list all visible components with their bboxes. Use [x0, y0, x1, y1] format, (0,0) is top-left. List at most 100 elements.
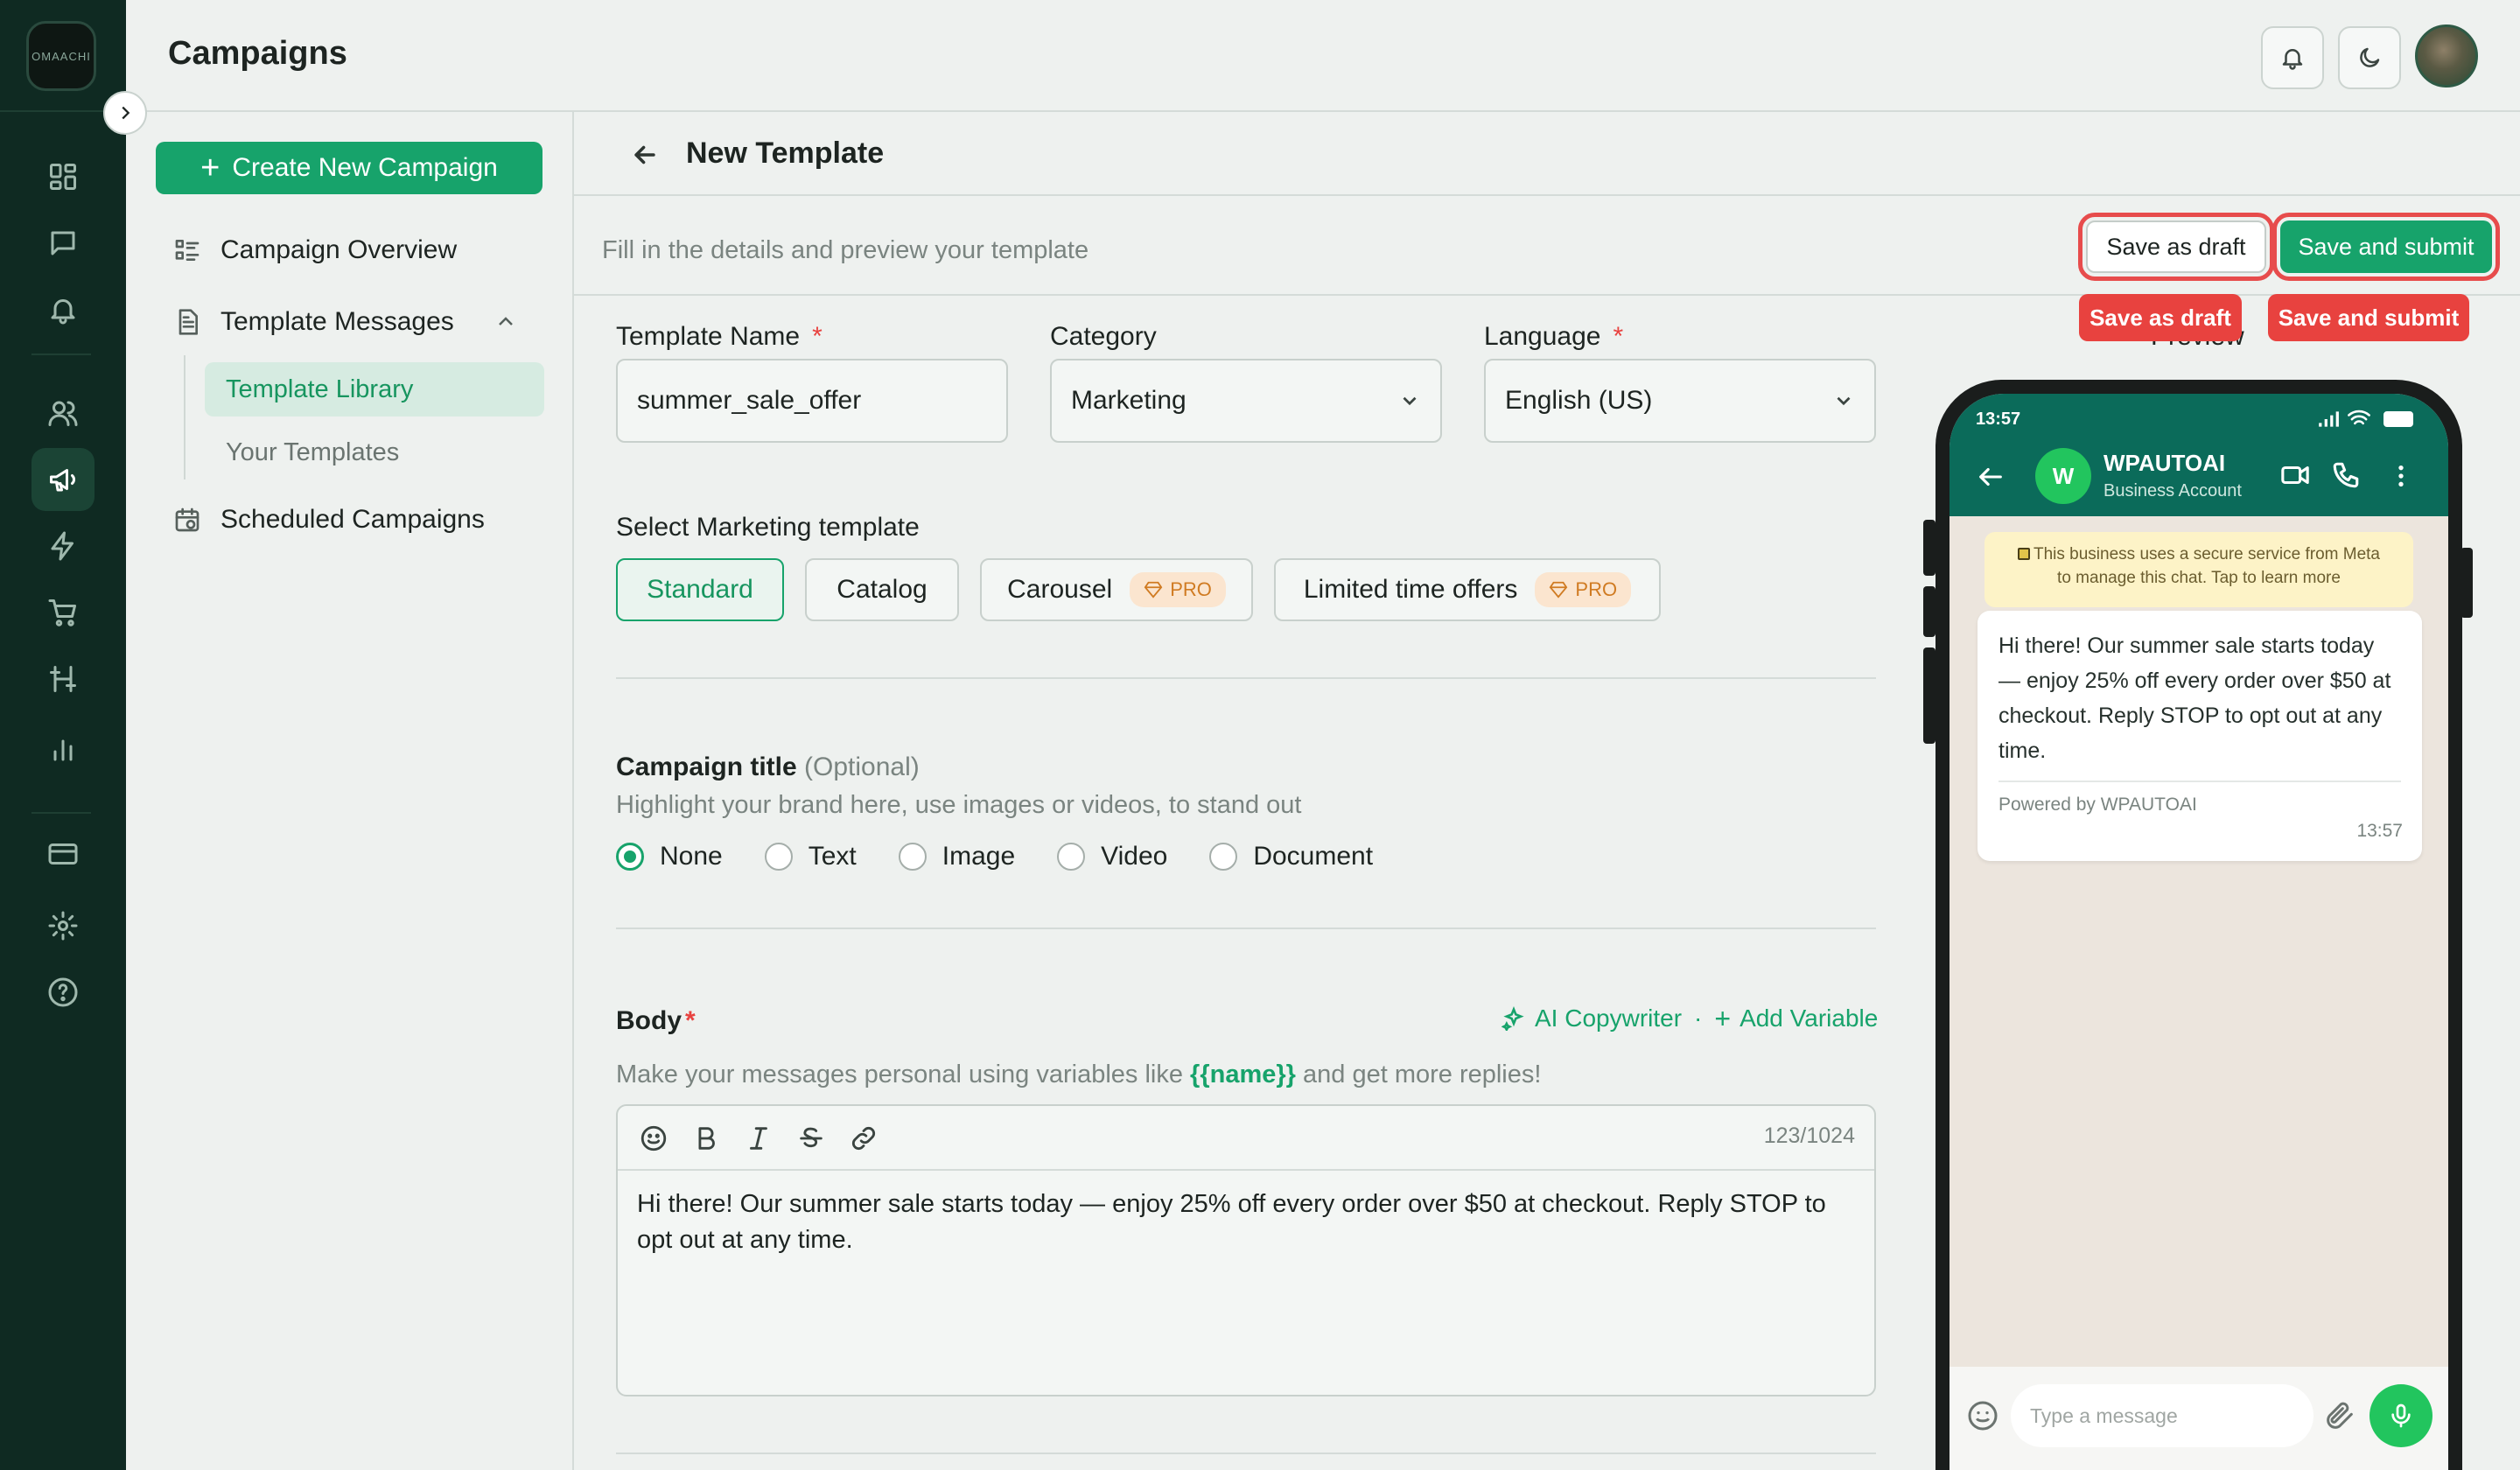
- radio-dot: [1057, 843, 1086, 871]
- notifications-button[interactable]: [2261, 26, 2324, 89]
- template-option-standard[interactable]: Standard: [616, 558, 784, 621]
- contact-name: WPAUTOAI: [2104, 450, 2226, 476]
- sidebar-toggle-button[interactable]: [103, 91, 147, 135]
- user-avatar[interactable]: [2415, 24, 2478, 88]
- label-text: Template Name: [616, 322, 801, 351]
- rail-settings[interactable]: [32, 894, 94, 957]
- more-vertical-icon[interactable]: [2392, 462, 2410, 490]
- plus-icon: +: [1714, 1003, 1732, 1034]
- select-value: English (US): [1505, 386, 1653, 415]
- template-option-catalog[interactable]: Catalog: [805, 558, 959, 621]
- rail-dashboard[interactable]: [32, 145, 94, 208]
- megaphone-icon: [50, 469, 75, 492]
- bell-icon: [51, 299, 75, 325]
- template-option-limited-time[interactable]: Limited time offers PRO: [1274, 558, 1661, 621]
- rail-billing[interactable]: [32, 822, 94, 886]
- radio-dot: [1209, 843, 1238, 871]
- body-label: Body *: [616, 1006, 696, 1036]
- italic-icon[interactable]: [744, 1124, 774, 1153]
- video-call-icon[interactable]: [2278, 460, 2312, 490]
- phone-side-button: [1923, 648, 1936, 744]
- optional-text: (Optional): [804, 752, 920, 781]
- input-value: summer_sale_offer: [637, 386, 862, 415]
- save-submit-button[interactable]: Save and submit: [2272, 213, 2500, 281]
- emoji-icon[interactable]: [639, 1124, 668, 1153]
- save-draft-button[interactable]: Save as draft: [2078, 213, 2274, 281]
- radio-none[interactable]: None: [616, 842, 723, 872]
- theme-toggle-button[interactable]: [2338, 26, 2401, 89]
- contact-subtitle: Business Account: [2104, 481, 2242, 500]
- nav-campaign-overview[interactable]: Campaign Overview: [173, 226, 457, 275]
- rail-help[interactable]: [32, 961, 94, 1024]
- message-input[interactable]: Type a message: [2011, 1384, 2314, 1447]
- link-icon[interactable]: [849, 1124, 878, 1153]
- pro-text: PRO: [1170, 578, 1212, 600]
- rail-analytics[interactable]: [32, 718, 94, 780]
- rail-store[interactable]: [32, 581, 94, 644]
- category-select[interactable]: Marketing: [1050, 359, 1442, 443]
- save-draft-tag: Save as draft: [2079, 294, 2242, 341]
- rail-contacts[interactable]: [32, 382, 94, 444]
- radio-dot: [764, 843, 793, 871]
- rail-flows[interactable]: [32, 648, 94, 710]
- pro-badge: PRO: [1535, 572, 1632, 607]
- divider: [616, 928, 1876, 929]
- diamond-icon: [1550, 581, 1568, 598]
- tag-text: Save as draft: [2090, 304, 2231, 331]
- template-option-carousel[interactable]: Carousel PRO: [980, 558, 1253, 621]
- hint-text: and get more replies!: [1295, 1060, 1542, 1088]
- rail-automation[interactable]: [32, 514, 94, 578]
- template-name-input[interactable]: summer_sale_offer: [616, 359, 1008, 443]
- body-editor[interactable]: 123/1024 Hi there! Our summer sale start…: [616, 1104, 1876, 1396]
- radio-video[interactable]: Video: [1057, 842, 1167, 872]
- emoji-icon[interactable]: [1965, 1398, 2000, 1433]
- back-arrow-icon[interactable]: [1976, 462, 2006, 492]
- radio-image[interactable]: Image: [898, 842, 1015, 872]
- nav-your-templates[interactable]: Your Templates: [205, 425, 544, 480]
- pro-badge: PRO: [1130, 572, 1226, 607]
- strikethrough-icon[interactable]: [796, 1124, 826, 1153]
- bell-icon: [2282, 49, 2303, 70]
- label-text: Language: [1484, 322, 1601, 351]
- powered-by: Powered by WPAUTOAI: [1998, 780, 2401, 816]
- nav-label: Template Messages: [220, 307, 454, 336]
- document-icon: [178, 309, 198, 335]
- rail-chats[interactable]: [32, 212, 94, 275]
- nav-label: Campaign Overview: [220, 235, 458, 264]
- rail-divider: [32, 812, 91, 814]
- nav-scheduled-campaigns[interactable]: Scheduled Campaigns: [173, 495, 485, 544]
- attachment-icon[interactable]: [2322, 1398, 2357, 1433]
- ai-copywriter-label: AI Copywriter: [1535, 1004, 1683, 1032]
- rail-notifications[interactable]: [32, 278, 94, 341]
- chevron-right-icon: [122, 106, 130, 120]
- mic-button[interactable]: [2370, 1384, 2432, 1447]
- contact-avatar: W: [2035, 448, 2091, 504]
- back-arrow-icon[interactable]: [630, 140, 660, 170]
- nav-template-messages[interactable]: Template Messages: [173, 298, 454, 346]
- template-name-label: Template Name *: [616, 322, 822, 352]
- plus-icon: +: [200, 150, 220, 186]
- bold-icon[interactable]: [691, 1124, 721, 1153]
- input-placeholder: Type a message: [2030, 1404, 2178, 1427]
- language-select[interactable]: English (US): [1484, 359, 1876, 443]
- phone-screen: 13:57 W WPAUTOAI Business Account This b…: [1950, 394, 2448, 1470]
- radio-text[interactable]: Text: [764, 842, 857, 872]
- create-campaign-button[interactable]: + Create New Campaign: [156, 142, 542, 194]
- radio-document[interactable]: Document: [1209, 842, 1373, 872]
- marketing-template-label: Select Marketing template: [616, 513, 920, 542]
- hint-text: Make your messages personal using variab…: [616, 1060, 1191, 1088]
- chevron-up-icon[interactable]: [495, 312, 516, 332]
- rail-campaigns[interactable]: [32, 448, 94, 511]
- ai-copywriter-link[interactable]: AI Copywriter: [1502, 1004, 1682, 1032]
- body-text[interactable]: Hi there! Our summer sale starts today —…: [637, 1186, 1858, 1258]
- app-logo[interactable]: OMAACHI: [26, 21, 96, 91]
- phone-call-icon[interactable]: [2331, 460, 2361, 490]
- encryption-notice[interactable]: This business uses a secure service from…: [1984, 532, 2413, 607]
- chevron-down-icon: [1403, 396, 1417, 406]
- status-time: 13:57: [1976, 410, 2021, 429]
- campaign-title-label: Campaign title (Optional): [616, 752, 920, 782]
- hint-variable: {{name}}: [1190, 1060, 1296, 1088]
- grid-icon: [50, 164, 76, 190]
- add-variable-link[interactable]: + Add Variable: [1714, 1004, 1878, 1032]
- nav-template-library[interactable]: Template Library: [205, 362, 544, 416]
